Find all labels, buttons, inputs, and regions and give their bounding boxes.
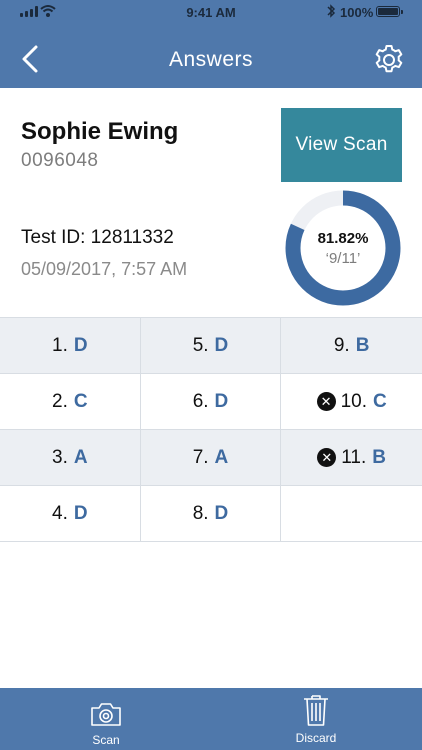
page-title: Answers [168, 48, 254, 71]
answers-row: 4. D 8. D [0, 486, 422, 542]
score-percent: 81.82% [317, 229, 369, 247]
answer-cell[interactable]: 1. D [0, 318, 141, 373]
question-number: 5. [192, 334, 209, 356]
answer-letter: B [355, 334, 370, 356]
discard-label: Discard [295, 731, 337, 745]
score-label: 81.82% ‘9/11’ [284, 189, 402, 307]
navigation-bar: 9:41 AM 100% Answers [0, 0, 422, 88]
answers-grid: 1. D 5. D 9. B 2. C 6. D ✕ 10. C 3. A 7. A ✕ 11. B … [0, 317, 422, 542]
question-number: 7. [192, 446, 209, 468]
answer-cell[interactable]: 4. D [0, 486, 141, 541]
bottom-toolbar: Scan Discard [0, 688, 422, 750]
question-number: 3. [52, 446, 68, 468]
answer-letter: A [214, 446, 229, 468]
answer-letter: D [73, 502, 88, 524]
question-number: 8. [192, 502, 209, 524]
answer-cell[interactable]: 6. D [141, 374, 282, 429]
answer-cell[interactable]: 3. A [0, 430, 141, 485]
answers-row: 3. A 7. A ✕ 11. B [0, 430, 422, 486]
test-id: Test ID: 12811332 [21, 227, 174, 248]
question-number: 2. [52, 390, 68, 412]
question-number: 6. [192, 390, 209, 412]
empty-cell [281, 486, 422, 541]
answer-cell[interactable]: 9. B [281, 318, 422, 373]
incorrect-x-icon: ✕ [316, 392, 336, 411]
trash-icon [304, 695, 328, 726]
answer-letter: B [372, 446, 387, 468]
discard-tab[interactable]: Discard [256, 688, 376, 750]
question-number: 10. [340, 390, 367, 412]
student-name: Sophie Ewing [21, 118, 179, 145]
scan-label: Scan [92, 733, 120, 747]
answers-row: 1. D 5. D 9. B [0, 318, 422, 374]
answer-cell[interactable]: ✕ 10. C [281, 374, 422, 429]
answer-letter: D [214, 502, 229, 524]
score-fraction: ‘9/11’ [325, 249, 361, 267]
answer-cell[interactable]: 8. D [141, 486, 282, 541]
answer-cell[interactable]: 5. D [141, 318, 282, 373]
answer-cell[interactable]: ✕ 11. B [281, 430, 422, 485]
question-number: 4. [52, 502, 68, 524]
student-id: 0096048 [21, 150, 99, 171]
bluetooth-icon [327, 4, 336, 18]
view-scan-button[interactable]: View Scan [281, 108, 402, 182]
gear-icon[interactable] [372, 43, 406, 77]
answer-letter: D [214, 334, 229, 356]
camera-icon [91, 703, 121, 726]
question-number: 11. [341, 446, 367, 468]
question-number: 1. [52, 334, 68, 356]
incorrect-x-icon: ✕ [317, 448, 337, 467]
battery-percent: 100% [340, 5, 374, 20]
question-number: 9. [333, 334, 350, 356]
status-bar: 9:41 AM 100% [0, 0, 422, 24]
test-datetime: 05/09/2017, 7:57 AM [21, 259, 188, 279]
answer-letter: D [73, 334, 88, 356]
answer-letter: C [372, 390, 387, 412]
answer-letter: C [73, 390, 88, 412]
answers-row: 2. C 6. D ✕ 10. C [0, 374, 422, 430]
answer-letter: A [73, 446, 88, 468]
scan-tab[interactable]: Scan [46, 688, 166, 750]
answer-cell[interactable]: 2. C [0, 374, 141, 429]
answer-letter: D [214, 390, 229, 412]
answer-cell[interactable]: 7. A [141, 430, 282, 485]
battery-icon [376, 6, 403, 17]
